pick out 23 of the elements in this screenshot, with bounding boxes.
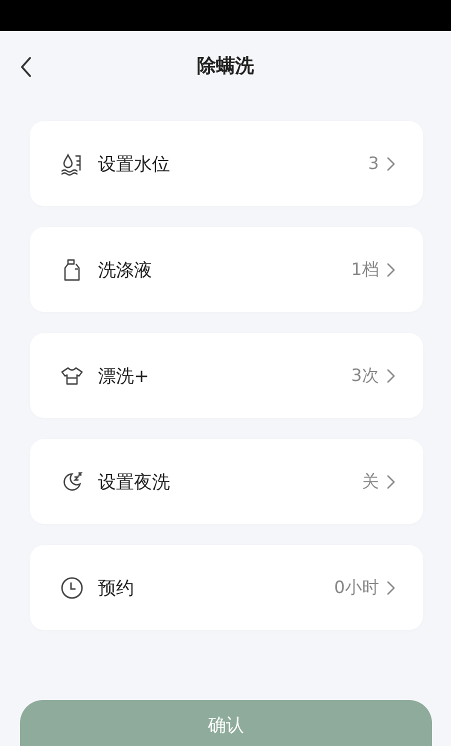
setting-value: 3 [368, 154, 379, 174]
back-icon[interactable] [20, 56, 32, 78]
setting-value: 0小时 [334, 577, 379, 599]
setting-row[interactable]: 预约 0小时 [30, 545, 423, 630]
chevron-right-icon [387, 368, 395, 382]
chevron-right-icon [387, 474, 395, 488]
setting-label: 漂洗+ [98, 364, 150, 388]
setting-value: 关 [362, 471, 379, 493]
chevron-right-icon [387, 156, 395, 170]
page-title: 除螨洗 [197, 54, 254, 79]
setting-label: 设置夜洗 [98, 470, 171, 494]
setting-row[interactable]: 洗涤液 1档 [30, 227, 423, 312]
chevron-right-icon [387, 262, 395, 276]
setting-label: 洗涤液 [98, 258, 153, 282]
clock-icon [60, 576, 84, 600]
setting-row[interactable]: 设置夜洗 关 [30, 439, 423, 524]
setting-label: 设置水位 [98, 152, 171, 176]
setting-row[interactable]: 漂洗+ 3次 [30, 333, 423, 418]
setting-label: 预约 [98, 576, 135, 600]
setting-value: 1档 [351, 259, 379, 281]
chevron-right-icon [387, 580, 395, 594]
setting-value: 3次 [351, 365, 379, 387]
setting-row[interactable]: 设置水位 3 [30, 121, 423, 206]
